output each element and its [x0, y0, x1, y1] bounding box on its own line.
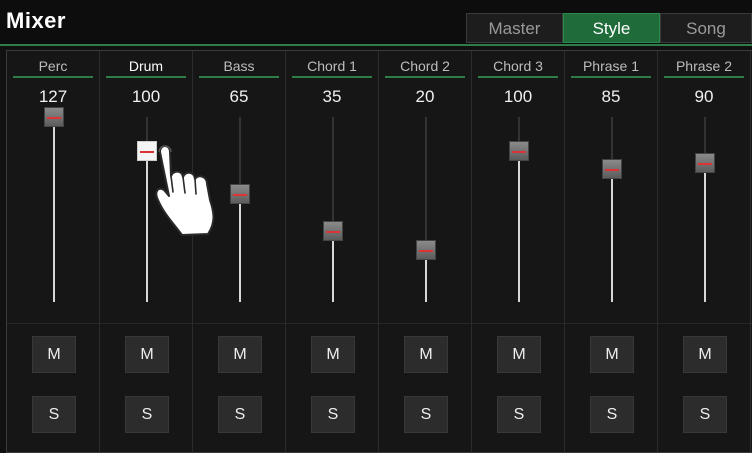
fader-knob[interactable]	[44, 107, 64, 127]
channel-header-line	[478, 76, 558, 78]
fader-fill	[518, 151, 520, 302]
channel-value: 85	[601, 87, 621, 106]
top-bar: Mixer Master Style Song	[0, 0, 752, 44]
fader-knob[interactable]	[695, 153, 715, 173]
mute-button[interactable]: M	[125, 336, 169, 373]
channel-strip: Phrase 2 90 M S	[658, 51, 751, 453]
solo-button[interactable]: S	[404, 396, 448, 433]
channel-name[interactable]: Chord 1	[286, 58, 378, 74]
solo-button[interactable]: S	[590, 396, 634, 433]
channel-strip: Perc 127 M S	[7, 51, 100, 453]
channel-value: 20	[415, 87, 435, 106]
solo-button[interactable]: S	[125, 396, 169, 433]
channel-name[interactable]: Drum	[100, 58, 192, 74]
channel-value: 100	[131, 87, 161, 106]
solo-button[interactable]: S	[683, 396, 727, 433]
channel-header-line	[106, 76, 186, 78]
channel-header-line	[385, 76, 465, 78]
channel-strip: Bass 65 M S	[193, 51, 286, 453]
solo-button[interactable]: S	[32, 396, 76, 433]
mixer-screen: Mixer Master Style Song Perc 127 M S Drum 100…	[0, 0, 752, 453]
channel-header-line	[199, 76, 279, 78]
channel-strip: Drum 100 M S	[100, 51, 193, 453]
channel-strip: Phrase 1 85 M S	[565, 51, 658, 453]
fader-knob[interactable]	[230, 184, 250, 204]
channel-value: 100	[503, 87, 533, 106]
mute-button[interactable]: M	[683, 336, 727, 373]
fader-fill	[611, 169, 613, 302]
channel-value: 35	[322, 87, 342, 106]
mute-button[interactable]: M	[590, 336, 634, 373]
fader-fill	[704, 163, 706, 302]
channel-value: 127	[38, 87, 68, 106]
tab-master[interactable]: Master	[466, 13, 563, 43]
channel-header-line	[571, 76, 651, 78]
fader-knob[interactable]	[323, 221, 343, 241]
hand-pointer-icon	[155, 145, 215, 236]
channel-name[interactable]: Bass	[193, 58, 285, 74]
channel-value: 65	[229, 87, 249, 106]
top-divider	[0, 44, 752, 46]
tab-bar: Master Style Song	[466, 13, 752, 43]
channel-name[interactable]: Phrase 2	[658, 58, 750, 74]
channel-name[interactable]: Phrase 1	[565, 58, 657, 74]
channel-strip: Chord 2 20 M S	[379, 51, 472, 453]
channel-header-line	[292, 76, 372, 78]
solo-button[interactable]: S	[497, 396, 541, 433]
channel-strip: Chord 1 35 M S	[286, 51, 379, 453]
solo-button[interactable]: S	[311, 396, 355, 433]
channel-name[interactable]: Chord 3	[472, 58, 564, 74]
fader-fill	[53, 117, 55, 302]
fader-knob[interactable]	[509, 141, 529, 161]
tab-style[interactable]: Style	[563, 13, 660, 43]
tab-song[interactable]: Song	[660, 13, 752, 43]
channel-name[interactable]: Chord 2	[379, 58, 471, 74]
mute-button[interactable]: M	[32, 336, 76, 373]
mute-button[interactable]: M	[311, 336, 355, 373]
fader-knob[interactable]	[416, 240, 436, 260]
fader-fill	[239, 194, 241, 302]
mute-button[interactable]: M	[497, 336, 541, 373]
page-title: Mixer	[6, 8, 66, 33]
solo-button[interactable]: S	[218, 396, 262, 433]
channel-panel: Perc 127 M S Drum 100 M S Bass 65 M S Chord 1 35 M S Cho…	[6, 50, 752, 453]
fader-fill	[146, 151, 148, 302]
mute-button[interactable]: M	[218, 336, 262, 373]
channel-name[interactable]: Perc	[7, 58, 99, 74]
channel-header-line	[13, 76, 93, 78]
fader-knob[interactable]	[602, 159, 622, 179]
mute-button[interactable]: M	[404, 336, 448, 373]
fader-fill	[332, 231, 334, 302]
channel-strip: Chord 3 100 M S	[472, 51, 565, 453]
channel-value: 90	[694, 87, 714, 106]
channel-header-line	[664, 76, 744, 78]
